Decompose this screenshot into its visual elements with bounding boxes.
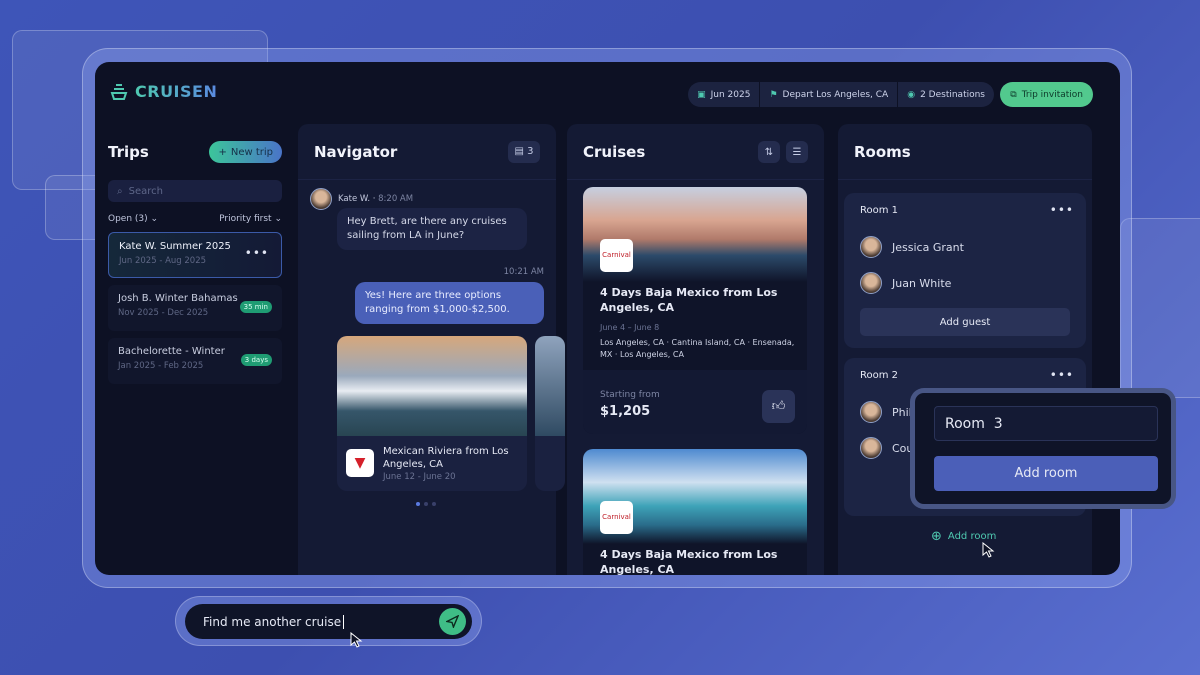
cruise-line-logo: Carnival	[600, 239, 633, 272]
decor-glass	[1120, 218, 1200, 398]
cruises-title: Cruises	[583, 142, 646, 161]
status-badge: 3 days	[240, 354, 272, 366]
add-guest-button[interactable]: Add guest	[860, 308, 1070, 336]
prompt-bar: Find me another cruise	[175, 596, 482, 646]
price-label: Starting from	[600, 390, 660, 400]
chip-label: Depart Los Angeles, CA	[782, 89, 889, 100]
prompt-text: Find me another cruise	[203, 614, 342, 629]
cruise-route: Los Angeles, CA · Cantina Island, CA · E…	[600, 338, 795, 359]
guest-item: Jessica Grant	[860, 236, 1070, 258]
invite-label: Trip invitation	[1021, 89, 1083, 100]
more-icon[interactable]: •••	[1050, 203, 1074, 217]
filter-label: Open (3)	[108, 214, 148, 224]
cruise-card[interactable]: Carnival 4 Days Baja Mexico from Los Ang…	[583, 449, 807, 575]
cruises-panel: Cruises ⇅ ☰ Carnival 4 Days Baja Mexico fr…	[567, 124, 824, 575]
next-card-peek	[535, 336, 565, 491]
doc-count: 3	[527, 146, 534, 157]
card-title: Mexican Riviera from Los Angeles, CA	[383, 446, 509, 470]
cruise-card[interactable]: Carnival 4 Days Baja Mexico from Los Ang…	[583, 187, 807, 434]
avatar	[860, 272, 882, 294]
room-name: Room 1	[860, 205, 899, 216]
search-input[interactable]: ⌕ Search	[108, 180, 282, 202]
guest-item: Juan White	[860, 272, 1070, 294]
sort-icon[interactable]: ⇅	[758, 141, 780, 164]
ship-image	[337, 336, 527, 436]
like-button[interactable]: 👍︎	[762, 390, 795, 423]
trip-filters: ▣ Jun 2025 ⚑ Depart Los Angeles, CA ◉ 2 Des…	[688, 82, 994, 107]
status-badge: 35 min	[239, 301, 272, 313]
send-button[interactable]	[439, 608, 466, 635]
chip-destinations[interactable]: ◉ 2 Destinations	[897, 82, 994, 107]
add-room-button[interactable]: Add room	[934, 456, 1158, 491]
plus-icon: +	[218, 146, 227, 158]
cruise-title: 4 Days Baja Mexico from Los Angeles, CA	[600, 286, 778, 314]
message-outgoing: Yes! Here are three options ranging from…	[355, 282, 544, 324]
carousel-dots[interactable]	[416, 502, 436, 506]
search-icon: ⌕	[117, 185, 123, 197]
cruise-title: 4 Days Baja Mexico from Los Angeles, CA	[600, 548, 778, 575]
card-dates: June 12 - June 20	[383, 472, 456, 482]
avatar	[860, 236, 882, 258]
search-placeholder: Search	[128, 185, 163, 197]
filter-icon[interactable]: ☰	[786, 141, 808, 164]
add-room-label: Add room	[947, 531, 997, 542]
guest-name: Juan White	[892, 276, 952, 290]
cruise-line-logo: ▼	[346, 449, 374, 477]
price: $1,205	[600, 404, 651, 419]
send-icon	[446, 615, 459, 628]
more-icon[interactable]: •••	[1050, 368, 1074, 382]
more-icon[interactable]: •••	[245, 246, 269, 260]
document-icon: ▤	[514, 146, 524, 157]
flag-icon: ⚑	[769, 89, 778, 100]
documents-button[interactable]: ▤ 3	[508, 140, 540, 163]
trip-item[interactable]: Josh B. Winter Bahamas Nov 2025 - Dec 202…	[108, 285, 282, 331]
brand-name: CRUISEN	[135, 82, 218, 101]
ship-icon	[110, 83, 128, 100]
cruise-line-logo: Carnival	[600, 501, 633, 534]
filter-open-dropdown[interactable]: Open (3) ⌄	[108, 214, 158, 224]
message-incoming: Hey Brett, are there any cruises sailing…	[337, 208, 527, 250]
new-trip-label: New trip	[230, 146, 273, 158]
copy-icon: ⧉	[1010, 89, 1017, 100]
prompt-input[interactable]: Find me another cruise	[185, 604, 472, 639]
chip-label: Jun 2025	[710, 89, 751, 100]
new-trip-button[interactable]: + New trip	[209, 141, 282, 163]
trip-item[interactable]: Bachelorette - Winter Jan 2025 - Feb 2025…	[108, 338, 282, 384]
chip-label: 2 Destinations	[920, 89, 985, 100]
trips-title: Trips	[108, 143, 149, 161]
navigator-title: Navigator	[314, 142, 398, 161]
avatar	[310, 188, 332, 210]
room-name-input[interactable]	[934, 406, 1158, 441]
guest-name: Jessica Grant	[892, 240, 964, 254]
chip-depart[interactable]: ⚑ Depart Los Angeles, CA	[759, 82, 897, 107]
trip-invitation-button[interactable]: ⧉ Trip invitation	[1000, 82, 1093, 107]
plus-circle-icon: ⊕	[931, 529, 942, 544]
sort-label: Priority first	[219, 214, 272, 224]
text-cursor	[343, 614, 345, 629]
logo: CRUISEN	[109, 82, 217, 101]
add-room-popup: Add room	[910, 388, 1176, 509]
rooms-title: Rooms	[854, 142, 911, 161]
cruise-suggestion-card[interactable]: ▼ Mexican Riviera from Los Angeles, CA J…	[337, 336, 527, 491]
room-card: Room 1 ••• Jessica Grant Juan White Add g…	[844, 193, 1086, 348]
pin-icon: ◉	[907, 89, 916, 100]
message-meta: Kate W. · 8:20 AM	[338, 194, 414, 204]
calendar-icon: ▣	[697, 89, 706, 100]
cruise-dates: June 4 – June 8	[600, 323, 660, 332]
room-name: Room 2	[860, 370, 899, 381]
avatar	[860, 401, 882, 423]
avatar	[860, 437, 882, 459]
chip-date[interactable]: ▣ Jun 2025	[688, 82, 759, 107]
mouse-cursor-icon	[982, 542, 995, 558]
trips-panel: Trips + New trip ⌕ Search Open (3) ⌄ Priori…	[95, 124, 295, 575]
thumbs-up-icon: 👍︎	[771, 399, 786, 414]
message-time: 10:21 AM	[503, 267, 544, 277]
navigator-panel: Navigator ▤ 3 Kate W. · 8:20 AM Hey Brett…	[298, 124, 565, 575]
sort-dropdown[interactable]: Priority first ⌄	[219, 214, 282, 224]
trip-item[interactable]: Kate W. Summer 2025 Jun 2025 - Aug 2025 ••…	[108, 232, 282, 278]
mouse-cursor-icon	[350, 632, 363, 648]
